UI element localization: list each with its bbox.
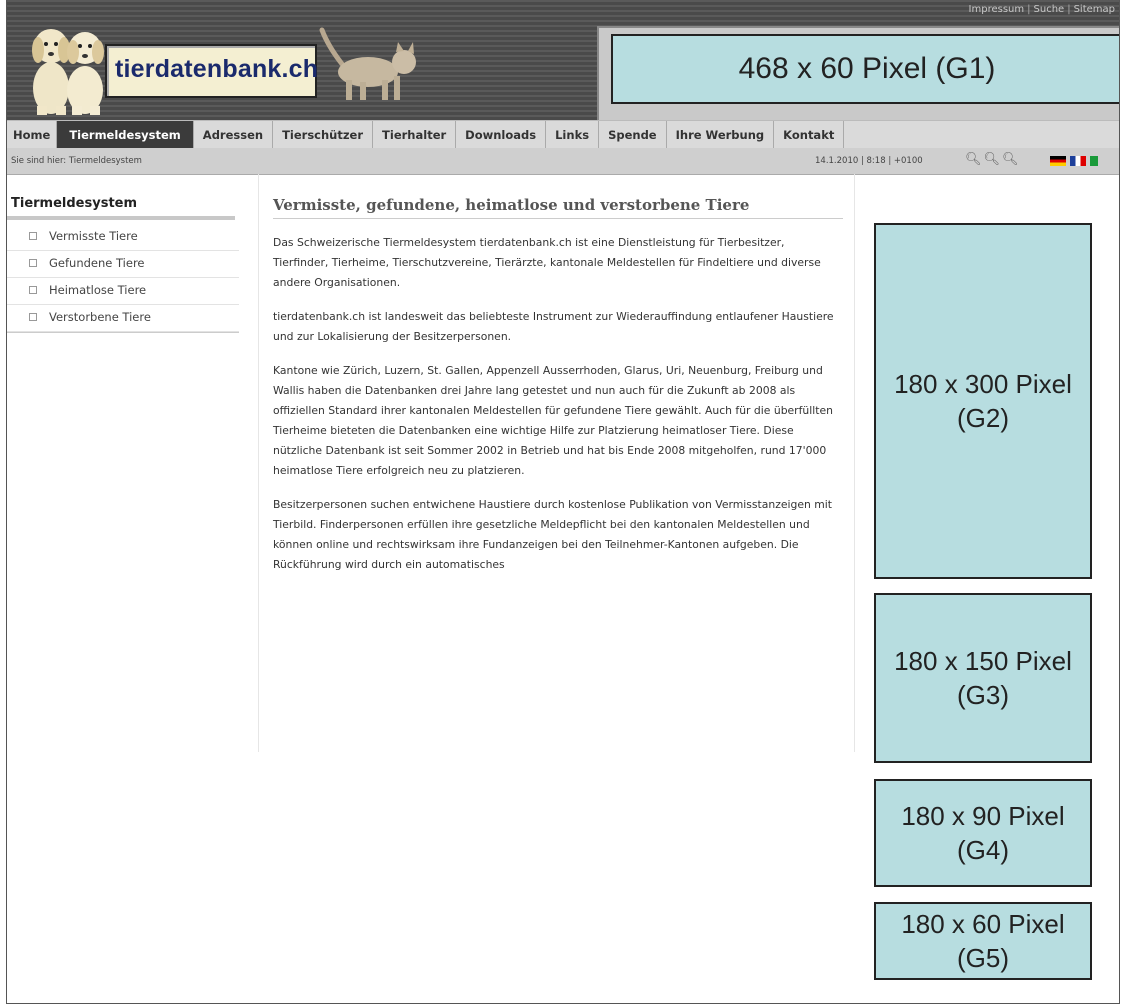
ad-label: 180 x 90 Pixel (G4) [901, 799, 1064, 867]
breadcrumb-bar: Sie sind hier: Tiermeldesystem 14.1.2010… [7, 148, 1119, 175]
zoom-out-icon[interactable]: 🔍︎ [1002, 152, 1019, 167]
sidebar-menu: Vermisste Tiere Gefundene Tiere Heimatlo… [7, 224, 239, 332]
nav-tiermeldesystem[interactable]: Tiermeldesystem [57, 121, 194, 148]
ad-code-text: (G2) [956, 403, 1009, 433]
site-header: Impressum | Suche | Sitemap tierdatenbank.ch [7, 0, 1119, 124]
bullet-icon [29, 286, 37, 294]
language-switcher [1050, 156, 1098, 166]
sidebar-item-label: Vermisste Tiere [49, 229, 138, 243]
ad-box-g5[interactable]: 180 x 60 Pixel (G5) [874, 902, 1092, 980]
search-link[interactable]: Suche [1034, 4, 1065, 15]
ad-label: 180 x 300 Pixel (G2) [894, 367, 1072, 435]
ad-size-text: 180 x 300 Pixel [894, 369, 1072, 399]
nav-adressen[interactable]: Adressen [194, 121, 274, 148]
page-title: Vermisste, gefundene, heimatlose und ver… [273, 196, 843, 219]
separator: | [1067, 4, 1071, 15]
separator: | [1027, 4, 1031, 15]
ad-size-text: 180 x 60 Pixel [901, 909, 1065, 939]
page-frame: Impressum | Suche | Sitemap tierdatenbank.ch [6, 0, 1120, 1004]
flag-fr-icon[interactable] [1070, 156, 1086, 166]
paragraph: Kantone wie Zürich, Luzern, St. Gallen, … [273, 364, 833, 477]
sidebar-title: Tiermeldesystem [7, 196, 235, 220]
column-divider [258, 174, 259, 752]
flag-it-icon[interactable] [1090, 156, 1098, 166]
ad-code-text: (G4) [956, 835, 1009, 865]
nav-downloads[interactable]: Downloads [456, 121, 547, 148]
bullet-icon [29, 313, 37, 321]
ad-box-g2[interactable]: 180 x 300 Pixel (G2) [874, 223, 1092, 579]
logo[interactable]: tierdatenbank.ch [105, 44, 319, 98]
datetime-display: 14.1.2010 | 8:18 | +0100 [815, 156, 923, 166]
nav-links[interactable]: Links [546, 121, 600, 148]
ad-banner-g1-label: 468 x 60 Pixel (G1) [738, 52, 996, 85]
ad-label: 180 x 150 Pixel (G3) [894, 644, 1072, 712]
sidebar-item-heimatlose[interactable]: Heimatlose Tiere [7, 278, 239, 305]
main-content: Vermisste, gefundene, heimatlose und ver… [273, 196, 843, 575]
sidebar-item-label: Heimatlose Tiere [49, 283, 147, 297]
nav-home[interactable]: Home [7, 121, 58, 148]
column-divider [854, 174, 855, 752]
sidebar-item-gefundene[interactable]: Gefundene Tiere [7, 251, 239, 278]
breadcrumb: Sie sind hier: Tiermeldesystem [11, 156, 142, 166]
sidebar-item-label: Verstorbene Tiere [49, 310, 151, 324]
paragraph: tierdatenbank.ch ist landesweit das beli… [273, 310, 834, 343]
ad-box-g3[interactable]: 180 x 150 Pixel (G3) [874, 593, 1092, 763]
sidebar-item-vermisste[interactable]: Vermisste Tiere [7, 224, 239, 251]
zoom-reset-icon[interactable]: 🔍︎ [984, 152, 1001, 167]
zoom-controls: 🔍︎ 🔍︎ 🔍︎ [965, 152, 1019, 167]
flag-de-icon[interactable] [1050, 156, 1066, 166]
paragraph: Besitzerpersonen suchen entwichene Haust… [273, 498, 833, 571]
nav-ihre-werbung[interactable]: Ihre Werbung [667, 121, 775, 148]
ad-box-g4[interactable]: 180 x 90 Pixel (G4) [874, 779, 1092, 887]
bullet-icon [29, 232, 37, 240]
ad-size-text: 180 x 150 Pixel [894, 646, 1072, 676]
paragraph: Das Schweizerische Tiermeldesystem tierd… [273, 236, 821, 289]
sidebar-item-verstorbene[interactable]: Verstorbene Tiere [7, 305, 239, 332]
zoom-in-icon[interactable]: 🔍︎ [965, 152, 982, 167]
ad-label: 180 x 60 Pixel (G5) [901, 907, 1064, 975]
puppies-image [32, 29, 104, 115]
nav-spende[interactable]: Spende [599, 121, 667, 148]
top-links: Impressum | Suche | Sitemap [969, 4, 1115, 15]
cat-image [319, 27, 416, 100]
sidebar: Tiermeldesystem Vermisste Tiere Gefunden… [7, 196, 245, 333]
impressum-link[interactable]: Impressum [969, 4, 1025, 15]
nav-kontakt[interactable]: Kontakt [774, 121, 845, 148]
sidebar-item-label: Gefundene Tiere [49, 256, 145, 270]
ad-code-text: (G3) [956, 680, 1009, 710]
bullet-icon [29, 259, 37, 267]
ad-size-text: 180 x 90 Pixel [901, 801, 1065, 831]
logo-text: tierdatenbank.ch [115, 55, 319, 83]
ad-code-text: (G5) [956, 943, 1009, 973]
nav-tierschuetzer[interactable]: Tierschützer [273, 121, 374, 148]
sitemap-link[interactable]: Sitemap [1074, 4, 1115, 15]
main-nav: Home Tiermeldesystem Adressen Tierschütz… [7, 120, 1119, 149]
nav-tierhalter[interactable]: Tierhalter [373, 121, 457, 148]
ad-banner-g1[interactable]: 468 x 60 Pixel (G1) [611, 34, 1119, 104]
